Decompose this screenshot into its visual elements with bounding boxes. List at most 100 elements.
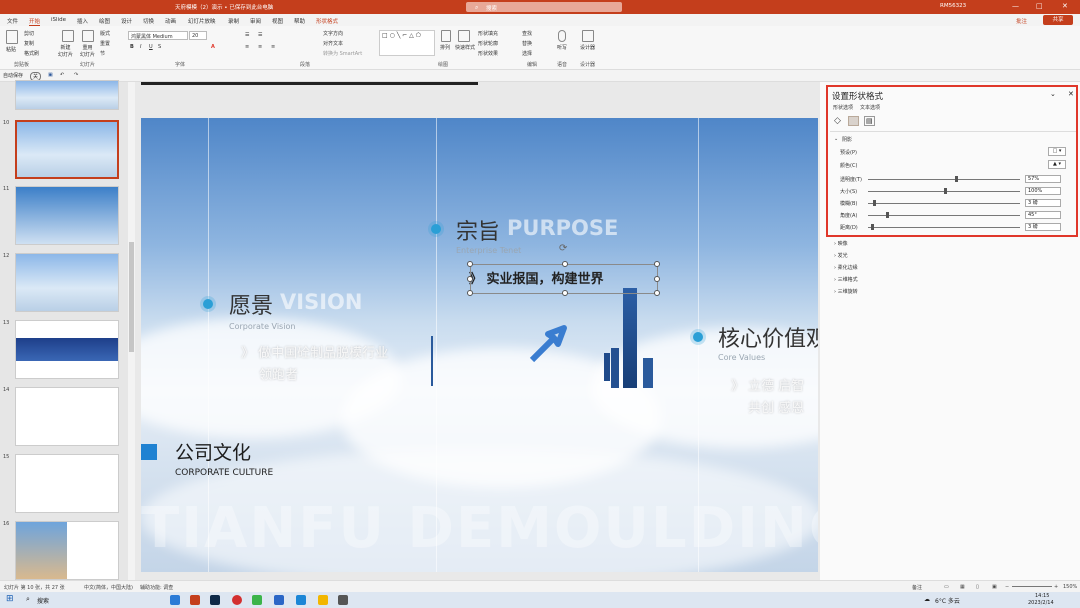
format-painter-button[interactable]: 格式刷 xyxy=(24,50,39,57)
resize-handle[interactable] xyxy=(654,290,660,296)
dictate-button[interactable]: 听写 xyxy=(557,44,567,51)
transparency-slider-knob[interactable] xyxy=(954,176,958,182)
taskbar-search-label[interactable]: 搜索 xyxy=(37,596,49,605)
resize-handle[interactable] xyxy=(562,290,568,296)
align-left-icon[interactable]: ≡ xyxy=(245,44,249,50)
blur-input[interactable]: 3 磅 xyxy=(1025,199,1061,207)
fill-line-icon[interactable]: ◇ xyxy=(834,116,841,126)
menu-view[interactable]: 视图 xyxy=(272,17,283,25)
menu-file[interactable]: 文件 xyxy=(7,17,18,25)
transparency-slider[interactable] xyxy=(868,179,1020,180)
tab-text-options[interactable]: 文本选项 xyxy=(860,104,880,111)
new-slide-icon[interactable] xyxy=(62,30,74,42)
font-size-select[interactable]: 20 xyxy=(189,31,207,40)
reflection-section[interactable]: › 映像 xyxy=(834,240,848,247)
resize-handle[interactable] xyxy=(467,276,473,282)
menu-record[interactable]: 录制 xyxy=(228,17,239,25)
slideshow-icon[interactable]: ▣ xyxy=(992,584,997,590)
text-direction-button[interactable]: 文字方向 xyxy=(323,30,343,37)
zoom-level[interactable]: 150% xyxy=(1063,584,1077,590)
pane-options-icon[interactable]: ⌄ xyxy=(1050,90,1056,98)
slide-thumbnail-16[interactable] xyxy=(15,521,119,580)
size-properties-icon[interactable]: ▤ xyxy=(864,116,875,126)
clock-time[interactable]: 14:15 xyxy=(1035,593,1049,599)
align-right-icon[interactable]: ≡ xyxy=(271,44,275,50)
resize-handle[interactable] xyxy=(654,261,660,267)
rotate-handle-icon[interactable]: ⟳ xyxy=(559,243,567,254)
menu-animations[interactable]: 动画 xyxy=(165,17,176,25)
reuse-slide-icon[interactable] xyxy=(82,30,94,42)
shadow-color-dropdown[interactable]: ▲ ▾ xyxy=(1048,160,1066,169)
smartart-button[interactable]: 转换为 SmartArt xyxy=(323,50,362,57)
resize-handle[interactable] xyxy=(467,290,473,296)
microphone-icon[interactable] xyxy=(558,30,566,42)
menu-help[interactable]: 帮助 xyxy=(294,17,305,25)
slide-sorter-icon[interactable]: ▦ xyxy=(960,584,965,590)
weather-text[interactable]: 6°C 多云 xyxy=(935,596,960,605)
thumbnail-scrollbar[interactable] xyxy=(128,82,135,580)
bullets-icon[interactable]: ☰ xyxy=(245,32,249,38)
font-name-select[interactable]: 鸿蒙黑体 Medium xyxy=(128,31,188,40)
numbering-icon[interactable]: ☰ xyxy=(258,32,262,38)
slide-thumbnail-13[interactable] xyxy=(15,320,119,379)
close-icon[interactable]: ✕ xyxy=(1062,2,1068,10)
wechat-icon[interactable] xyxy=(252,595,262,605)
slide-thumbnail-14[interactable] xyxy=(15,387,119,446)
windows-start-icon[interactable]: ⊞ xyxy=(6,594,14,604)
cut-button[interactable]: 剪切 xyxy=(24,30,34,37)
glow-section[interactable]: › 发光 xyxy=(834,252,848,259)
zoom-slider[interactable] xyxy=(1012,586,1052,587)
language-status[interactable]: 中文(简体，中国大陆) xyxy=(84,584,133,591)
weather-icon[interactable]: ☁ xyxy=(924,596,930,603)
slide-thumbnail-12[interactable] xyxy=(15,253,119,312)
taskbar-search-icon[interactable]: ⌕ xyxy=(26,595,30,604)
shadow-text-icon[interactable]: S xyxy=(158,44,161,50)
angle-slider-knob[interactable] xyxy=(886,212,890,218)
maximize-icon[interactable]: □ xyxy=(1036,2,1043,10)
distance-slider[interactable] xyxy=(868,227,1020,228)
redo-icon[interactable]: ↷ xyxy=(74,72,78,78)
effects-icon[interactable] xyxy=(848,116,859,126)
scrollbar-thumb[interactable] xyxy=(129,242,134,352)
align-text-button[interactable]: 对齐文本 xyxy=(323,40,343,47)
slide-thumbnail-9[interactable] xyxy=(15,80,119,110)
shape-outline-button[interactable]: 形状轮廓 xyxy=(478,40,498,47)
zoom-out-icon[interactable]: − xyxy=(1005,584,1009,590)
title-search-box[interactable]: ⌕ 搜索 xyxy=(466,2,622,12)
resize-handle[interactable] xyxy=(654,276,660,282)
app-icon[interactable] xyxy=(296,595,306,605)
menu-transitions[interactable]: 切换 xyxy=(143,17,154,25)
menu-islide[interactable]: iSlide xyxy=(51,17,66,23)
font-color-icon[interactable]: A xyxy=(211,44,215,50)
blur-slider-knob[interactable] xyxy=(872,200,876,206)
weibo-icon[interactable] xyxy=(232,595,242,605)
3d-format-section[interactable]: › 三维格式 xyxy=(834,276,858,283)
app-icon[interactable] xyxy=(274,595,284,605)
size-slider-knob[interactable] xyxy=(944,188,947,194)
quick-styles-button[interactable]: 快速样式 xyxy=(455,44,475,51)
layout-button[interactable]: 版式 xyxy=(100,30,110,37)
share-button[interactable]: 共享 xyxy=(1043,15,1073,25)
settings-gear-icon[interactable] xyxy=(338,595,348,605)
angle-slider[interactable] xyxy=(868,215,1020,216)
clock-date[interactable]: 2023/2/14 xyxy=(1028,600,1054,606)
menu-review[interactable]: 审阅 xyxy=(250,17,261,25)
tab-shape-options[interactable]: 形状选项 xyxy=(833,104,853,111)
slide-thumbnail-10[interactable] xyxy=(15,120,119,179)
shadow-section-header[interactable]: 阴影 xyxy=(842,136,852,143)
italic-icon[interactable]: I xyxy=(140,44,141,50)
paste-label[interactable]: 粘贴 xyxy=(6,46,16,53)
menu-insert[interactable]: 插入 xyxy=(77,17,88,25)
comment-button[interactable]: 批注 xyxy=(1016,17,1027,25)
bold-icon[interactable]: B xyxy=(130,44,134,50)
underline-icon[interactable]: U xyxy=(149,44,153,50)
menu-slideshow[interactable]: 幻灯片放映 xyxy=(188,17,216,25)
menu-design[interactable]: 设计 xyxy=(121,17,132,25)
angle-input[interactable]: 45° xyxy=(1025,211,1061,219)
arrange-button[interactable]: 排列 xyxy=(440,44,450,51)
replace-button[interactable]: 替换 xyxy=(522,40,532,47)
paste-icon[interactable] xyxy=(6,30,18,44)
edge-icon[interactable] xyxy=(170,595,180,605)
reuse-slide-button[interactable]: 重用 幻灯片 xyxy=(80,44,95,58)
shapes-gallery[interactable]: □ ○ ╲ ⌐ △ ⬠ xyxy=(379,30,435,56)
